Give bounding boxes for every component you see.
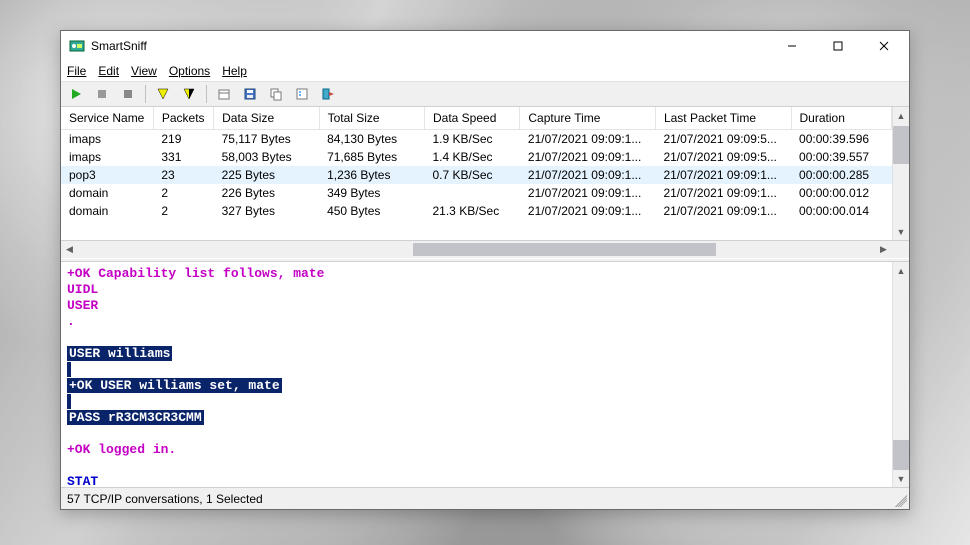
connections-table: Service Name Packets Data Size Total Siz…: [61, 107, 892, 220]
cell-totalsize: 71,685 Bytes: [319, 148, 424, 166]
cell-datasize: 225 Bytes: [214, 166, 319, 184]
scroll-up-icon[interactable]: ▲: [893, 107, 909, 124]
properties-button[interactable]: [291, 83, 313, 105]
clear-button[interactable]: [117, 83, 139, 105]
table-row[interactable]: pop323225 Bytes1,236 Bytes0.7 KB/Sec21/0…: [61, 166, 892, 184]
cell-service: domain: [61, 202, 153, 220]
cell-lastpacket: 21/07/2021 09:09:1...: [655, 184, 791, 202]
cell-dataspeed: 0.7 KB/Sec: [425, 166, 520, 184]
table-row[interactable]: domain2327 Bytes450 Bytes21.3 KB/Sec21/0…: [61, 202, 892, 220]
titlebar[interactable]: SmartSniff: [61, 31, 909, 61]
cell-datasize: 58,003 Bytes: [214, 148, 319, 166]
cell-totalsize: 349 Bytes: [319, 184, 424, 202]
cell-capturetime: 21/07/2021 09:09:1...: [520, 130, 656, 149]
cell-packets: 2: [153, 202, 213, 220]
status-text: 57 TCP/IP conversations, 1 Selected: [67, 492, 263, 506]
cell-dataspeed: 21.3 KB/Sec: [425, 202, 520, 220]
menu-view[interactable]: View: [131, 64, 157, 78]
cell-capturetime: 21/07/2021 09:09:1...: [520, 148, 656, 166]
scroll-thumb[interactable]: [893, 440, 909, 470]
stream-text[interactable]: +OK Capability list follows, mate UIDL U…: [61, 262, 892, 487]
table-row[interactable]: domain2226 Bytes349 Bytes 21/07/2021 09:0…: [61, 184, 892, 202]
menu-file[interactable]: File: [67, 64, 86, 78]
menu-help[interactable]: Help: [222, 64, 247, 78]
copy-button[interactable]: [265, 83, 287, 105]
cell-service: domain: [61, 184, 153, 202]
resize-grip[interactable]: [895, 495, 907, 507]
scroll-left-icon[interactable]: ◀: [61, 241, 78, 258]
cell-duration: 00:00:00.014: [791, 202, 891, 220]
cell-duration: 00:00:00.285: [791, 166, 891, 184]
app-icon: [69, 38, 85, 54]
scroll-right-icon[interactable]: ▶: [875, 241, 892, 258]
cell-dataspeed: 1.9 KB/Sec: [425, 130, 520, 149]
cell-packets: 219: [153, 130, 213, 149]
cell-datasize: 226 Bytes: [214, 184, 319, 202]
stream-pane: +OK Capability list follows, mate UIDL U…: [61, 262, 909, 487]
table-hscrollbar[interactable]: ◀ ▶: [61, 241, 909, 258]
cell-duration: 00:00:39.557: [791, 148, 891, 166]
cell-lastpacket: 21/07/2021 09:09:1...: [655, 166, 791, 184]
table-row[interactable]: imaps33158,003 Bytes71,685 Bytes1.4 KB/S…: [61, 148, 892, 166]
cell-lastpacket: 21/07/2021 09:09:5...: [655, 148, 791, 166]
cell-totalsize: 450 Bytes: [319, 202, 424, 220]
scroll-up-icon[interactable]: ▲: [893, 262, 909, 279]
cell-service: imaps: [61, 130, 153, 149]
scroll-down-icon[interactable]: ▼: [893, 223, 909, 240]
exit-button[interactable]: [317, 83, 339, 105]
filter-include-button[interactable]: [152, 83, 174, 105]
start-capture-button[interactable]: [65, 83, 87, 105]
cell-capturetime: 21/07/2021 09:09:1...: [520, 202, 656, 220]
cell-packets: 23: [153, 166, 213, 184]
connections-table-container: Service Name Packets Data Size Total Siz…: [61, 107, 909, 241]
toolbar: [61, 81, 909, 107]
scroll-down-icon[interactable]: ▼: [893, 470, 909, 487]
cell-capturetime: 21/07/2021 09:09:1...: [520, 184, 656, 202]
cell-service: pop3: [61, 166, 153, 184]
cell-lastpacket: 21/07/2021 09:09:1...: [655, 202, 791, 220]
col-totalsize[interactable]: Total Size: [319, 107, 424, 130]
statusbar: 57 TCP/IP conversations, 1 Selected: [61, 487, 909, 509]
cell-service: imaps: [61, 148, 153, 166]
toolbar-sep: [145, 85, 146, 103]
open-button[interactable]: [213, 83, 235, 105]
maximize-button[interactable]: [815, 32, 861, 60]
scroll-thumb[interactable]: [413, 243, 716, 256]
col-duration[interactable]: Duration: [791, 107, 891, 130]
cell-dataspeed: 1.4 KB/Sec: [425, 148, 520, 166]
cell-lastpacket: 21/07/2021 09:09:5...: [655, 130, 791, 149]
cell-dataspeed: [425, 184, 520, 202]
col-dataspeed[interactable]: Data Speed: [425, 107, 520, 130]
col-datasize[interactable]: Data Size: [214, 107, 319, 130]
cell-duration: 00:00:39.596: [791, 130, 891, 149]
app-window: SmartSniff File Edit View Options Help: [60, 30, 910, 510]
cell-duration: 00:00:00.012: [791, 184, 891, 202]
cell-datasize: 327 Bytes: [214, 202, 319, 220]
cell-totalsize: 84,130 Bytes: [319, 130, 424, 149]
menubar: File Edit View Options Help: [61, 61, 909, 81]
close-button[interactable]: [861, 32, 907, 60]
table-row[interactable]: imaps21975,117 Bytes84,130 Bytes1.9 KB/S…: [61, 130, 892, 149]
stream-vscrollbar[interactable]: ▲ ▼: [892, 262, 909, 487]
col-capturetime[interactable]: Capture Time: [520, 107, 656, 130]
cell-packets: 2: [153, 184, 213, 202]
table-vscrollbar[interactable]: ▲ ▼: [892, 107, 909, 240]
stop-capture-button[interactable]: [91, 83, 113, 105]
cell-capturetime: 21/07/2021 09:09:1...: [520, 166, 656, 184]
filter-exclude-button[interactable]: [178, 83, 200, 105]
cell-datasize: 75,117 Bytes: [214, 130, 319, 149]
table-header-row: Service Name Packets Data Size Total Siz…: [61, 107, 892, 130]
menu-edit[interactable]: Edit: [98, 64, 119, 78]
col-service[interactable]: Service Name: [61, 107, 153, 130]
scroll-thumb[interactable]: [893, 126, 909, 164]
cell-packets: 331: [153, 148, 213, 166]
toolbar-sep: [206, 85, 207, 103]
col-packets[interactable]: Packets: [153, 107, 213, 130]
save-button[interactable]: [239, 83, 261, 105]
minimize-button[interactable]: [769, 32, 815, 60]
col-lastpacket[interactable]: Last Packet Time: [655, 107, 791, 130]
cell-totalsize: 1,236 Bytes: [319, 166, 424, 184]
window-title: SmartSniff: [91, 39, 147, 53]
menu-options[interactable]: Options: [169, 64, 210, 78]
